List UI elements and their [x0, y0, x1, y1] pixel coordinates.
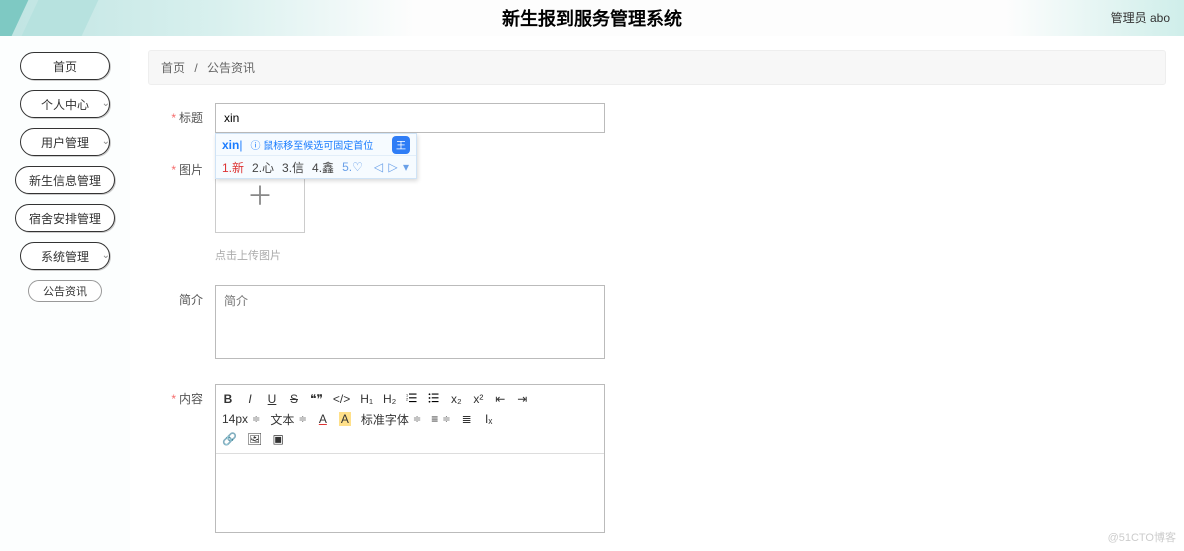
- app-title: 新生报到服务管理系统: [0, 5, 1184, 31]
- ime-hint: ⓘ 鼠标移至候选可固定首位: [250, 137, 388, 152]
- underline-button[interactable]: U: [266, 392, 278, 406]
- editor-body[interactable]: [216, 454, 604, 532]
- title-input[interactable]: [215, 103, 605, 133]
- outdent-button[interactable]: ⇤: [494, 392, 506, 406]
- chevron-down-icon: ⌄: [102, 136, 110, 147]
- strike-button[interactable]: S: [288, 392, 300, 406]
- rich-text-editor: B I U S ❝❞ </> H₁ H₂ 12 x₂ x² ⇤: [215, 384, 605, 533]
- breadcrumb-sep: /: [194, 61, 197, 75]
- chevron-down-icon: ⌄: [102, 98, 110, 109]
- italic-button[interactable]: I: [244, 392, 256, 406]
- main-content: 首页 / 公告资讯 *标题 xin| ⓘ 鼠标移至候选可固定首位 王 1.新: [130, 36, 1184, 551]
- indent-button[interactable]: ⇥: [516, 392, 528, 406]
- sidebar-item-system[interactable]: 系统管理⌄: [0, 242, 130, 270]
- upload-hint: 点击上传图片: [215, 247, 305, 263]
- clear-format-button[interactable]: Iₓ: [483, 412, 495, 426]
- subscript-button[interactable]: x₂: [450, 392, 462, 406]
- plus-icon: ＋: [247, 176, 273, 213]
- sidebar-item-home[interactable]: 首页: [0, 52, 130, 80]
- sidebar: 首页 个人中心⌄ 用户管理⌄ 新生信息管理 宿舍安排管理 系统管理⌄ 公告资讯: [0, 36, 130, 551]
- code-button[interactable]: </>: [333, 392, 350, 406]
- breadcrumb-current: 公告资讯: [207, 61, 255, 75]
- block-select[interactable]: 文本: [270, 411, 306, 428]
- ordered-list-button[interactable]: 12: [406, 392, 418, 407]
- watermark: @51CTO博客: [1108, 529, 1176, 545]
- link-button[interactable]: 🔗: [222, 432, 237, 446]
- label-intro: 简介: [148, 285, 203, 308]
- image-button[interactable]: 🖼: [247, 432, 262, 446]
- sidebar-subitem-news[interactable]: 公告资讯: [28, 280, 102, 302]
- ime-nav-icon[interactable]: ◁ ▷ ▾: [374, 160, 410, 174]
- h2-button[interactable]: H₂: [383, 392, 396, 406]
- font-family-select[interactable]: 标准字体: [361, 411, 421, 428]
- superscript-button[interactable]: x²: [472, 392, 484, 406]
- ime-input-text: xin: [222, 138, 239, 152]
- chevron-down-icon: ⌄: [102, 250, 110, 261]
- quote-button[interactable]: ❝❞: [310, 392, 323, 406]
- font-size-select[interactable]: 14px: [222, 412, 260, 426]
- sidebar-item-dorm[interactable]: 宿舍安排管理: [0, 204, 130, 232]
- ime-popup: xin| ⓘ 鼠标移至候选可固定首位 王 1.新 2.心 3.信 4.鑫 5.♡…: [215, 133, 417, 179]
- label-title: *标题: [148, 103, 203, 126]
- ime-candidates[interactable]: 1.新 2.心 3.信 4.鑫 5.♡ ◁ ▷ ▾: [216, 156, 416, 178]
- align-button[interactable]: ≡: [431, 412, 450, 426]
- sidebar-item-users[interactable]: 用户管理⌄: [0, 128, 130, 156]
- sidebar-item-profile[interactable]: 个人中心⌄: [0, 90, 130, 118]
- label-content: *内容: [148, 384, 203, 407]
- h1-button[interactable]: H₁: [360, 392, 373, 406]
- breadcrumb: 首页 / 公告资讯: [148, 50, 1166, 85]
- editor-toolbar: B I U S ❝❞ </> H₁ H₂ 12 x₂ x² ⇤: [216, 385, 604, 454]
- line-height-button[interactable]: ≣: [461, 412, 473, 426]
- svg-text:2: 2: [406, 397, 408, 401]
- breadcrumb-home[interactable]: 首页: [161, 61, 185, 75]
- unordered-list-button[interactable]: [428, 392, 440, 407]
- video-button[interactable]: ▣: [272, 432, 284, 446]
- intro-textarea[interactable]: [215, 285, 605, 359]
- bold-button[interactable]: B: [222, 392, 234, 406]
- ime-badge-icon[interactable]: 王: [392, 136, 410, 154]
- label-image: *图片: [148, 155, 203, 178]
- font-color-button[interactable]: A: [317, 412, 329, 426]
- sidebar-item-students[interactable]: 新生信息管理: [0, 166, 130, 194]
- bg-color-button[interactable]: A: [339, 412, 351, 426]
- app-header: 新生报到服务管理系统 管理员 abo: [0, 0, 1184, 36]
